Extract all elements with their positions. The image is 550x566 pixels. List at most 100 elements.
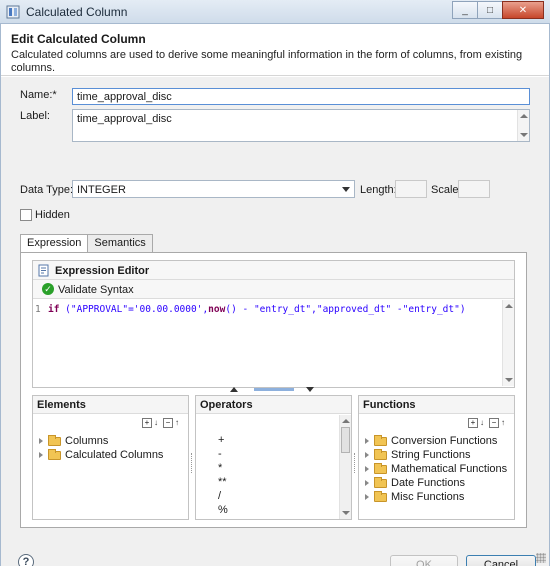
expand-arrow-icon[interactable] bbox=[365, 480, 369, 486]
label-scrollbar[interactable] bbox=[517, 110, 529, 141]
element-columns[interactable]: Columns bbox=[39, 434, 108, 448]
validate-syntax-button[interactable]: ✓ Validate Syntax bbox=[33, 280, 514, 299]
scroll-down-icon bbox=[520, 133, 528, 137]
code-keyword-if: if bbox=[48, 304, 60, 315]
length-input[interactable] bbox=[395, 180, 427, 198]
function-label: String Functions bbox=[391, 449, 471, 461]
scroll-up-icon bbox=[520, 114, 528, 118]
function-mathematical[interactable]: Mathematical Functions bbox=[365, 462, 507, 476]
operator-divide[interactable]: / bbox=[218, 490, 221, 504]
expression-tab-panel: Expression Editor ✓ Validate Syntax 1 if… bbox=[20, 252, 527, 528]
folder-icon bbox=[374, 490, 387, 502]
dialog-title: Edit Calculated Column bbox=[11, 32, 146, 46]
collapse-all-icon[interactable]: − bbox=[489, 418, 499, 428]
arrow-up-icon: ↑ bbox=[501, 418, 505, 427]
function-string[interactable]: String Functions bbox=[365, 448, 470, 462]
data-type-value: INTEGER bbox=[77, 184, 126, 196]
elements-pane: Elements + ↓ − ↑ Columns Calculated Column… bbox=[32, 395, 189, 520]
expand-arrow-icon[interactable] bbox=[365, 466, 369, 472]
cancel-button[interactable]: Cancel bbox=[466, 555, 536, 566]
window-title: Calculated Column bbox=[26, 5, 128, 19]
folder-icon bbox=[48, 434, 61, 446]
minimize-icon: _ bbox=[462, 4, 468, 16]
window-controls: _ □ ✕ bbox=[452, 1, 544, 19]
scroll-thumb[interactable] bbox=[341, 427, 350, 453]
function-label: Conversion Functions bbox=[391, 435, 498, 447]
operators-scrollbar[interactable] bbox=[339, 415, 351, 519]
arrow-down-icon: ↓ bbox=[480, 418, 484, 427]
expression-code-area[interactable]: 1 if ("APPROVAL"='00.00.0000',now() - "e… bbox=[33, 300, 514, 388]
functions-pane: Functions + ↓ − ↑ Conversion Functions Str… bbox=[358, 395, 515, 520]
code-keyword-now: now bbox=[208, 304, 226, 315]
name-label: Name:* bbox=[20, 89, 57, 101]
tab-expression[interactable]: Expression bbox=[20, 234, 89, 253]
expand-arrow-icon[interactable] bbox=[39, 438, 43, 444]
element-label: Calculated Columns bbox=[65, 449, 164, 461]
operators-pane: Operators + - * ** / % bbox=[195, 395, 352, 520]
close-button[interactable]: ✕ bbox=[502, 1, 544, 19]
expand-all-icon[interactable]: + bbox=[468, 418, 478, 428]
expression-code: if ("APPROVAL"='00.00.0000',now() - "ent… bbox=[48, 304, 466, 315]
resize-grip-icon[interactable] bbox=[536, 553, 546, 563]
hidden-checkbox[interactable] bbox=[20, 209, 32, 221]
scale-input[interactable] bbox=[458, 180, 490, 198]
collapse-up-icon[interactable] bbox=[230, 387, 238, 392]
function-misc[interactable]: Misc Functions bbox=[365, 490, 464, 504]
maximize-button[interactable]: □ bbox=[477, 1, 503, 19]
operator-modulo[interactable]: % bbox=[218, 504, 228, 518]
expand-all-icon[interactable]: + bbox=[142, 418, 152, 428]
pane-sash-right[interactable] bbox=[354, 453, 357, 473]
operators-header: Operators bbox=[196, 396, 351, 414]
length-label: Length: bbox=[360, 184, 397, 196]
name-input[interactable]: time_approval_disc bbox=[72, 88, 530, 105]
label-label: Label: bbox=[20, 110, 50, 122]
expression-editor-title: Expression Editor bbox=[55, 265, 150, 277]
folder-icon bbox=[374, 448, 387, 460]
dialog-description: Calculated columns are used to derive so… bbox=[11, 49, 523, 74]
calculated-column-icon bbox=[6, 5, 20, 19]
collapse-down-icon[interactable] bbox=[306, 387, 314, 392]
function-date[interactable]: Date Functions bbox=[365, 476, 465, 490]
data-type-select[interactable]: INTEGER bbox=[72, 180, 355, 198]
pane-sash-left[interactable] bbox=[191, 453, 194, 473]
close-icon: ✕ bbox=[518, 4, 528, 16]
label-textarea[interactable]: time_approval_disc bbox=[72, 109, 530, 142]
ok-button[interactable]: OK bbox=[390, 555, 458, 566]
dialog-header: Edit Calculated Column Calculated column… bbox=[1, 24, 549, 76]
operator-plus[interactable]: + bbox=[218, 434, 224, 448]
editor-splitter[interactable] bbox=[32, 387, 515, 393]
expand-arrow-icon[interactable] bbox=[39, 452, 43, 458]
splitter-handle[interactable] bbox=[254, 388, 294, 391]
folder-icon bbox=[48, 448, 61, 460]
operator-power[interactable]: ** bbox=[218, 476, 227, 490]
expand-arrow-icon[interactable] bbox=[365, 494, 369, 500]
validate-syntax-label: Validate Syntax bbox=[58, 284, 134, 296]
tab-semantics[interactable]: Semantics bbox=[87, 234, 153, 252]
elements-toolbar: + ↓ − ↑ bbox=[142, 418, 182, 428]
help-button[interactable]: ? bbox=[18, 554, 34, 566]
expand-arrow-icon[interactable] bbox=[365, 452, 369, 458]
minimize-button[interactable]: _ bbox=[452, 1, 478, 19]
arrow-up-icon: ↑ bbox=[175, 418, 179, 427]
maximize-icon: □ bbox=[486, 4, 494, 16]
collapse-all-icon[interactable]: − bbox=[163, 418, 173, 428]
scroll-down-icon bbox=[505, 378, 513, 382]
function-conversion[interactable]: Conversion Functions bbox=[365, 434, 497, 448]
tab-bar: Expression Semantics bbox=[20, 234, 153, 253]
folder-icon bbox=[374, 462, 387, 474]
chevron-down-icon bbox=[342, 187, 350, 192]
element-calculated-columns[interactable]: Calculated Columns bbox=[39, 448, 163, 462]
functions-header: Functions bbox=[359, 396, 514, 414]
function-label: Misc Functions bbox=[391, 491, 465, 503]
operator-multiply[interactable]: * bbox=[218, 462, 222, 476]
scroll-up-icon bbox=[505, 304, 513, 308]
operator-minus[interactable]: - bbox=[218, 448, 222, 462]
code-scrollbar[interactable] bbox=[502, 300, 514, 386]
expression-editor-icon bbox=[38, 264, 49, 277]
window-titlebar: Calculated Column _ □ ✕ bbox=[0, 0, 550, 24]
check-icon: ✓ bbox=[42, 283, 54, 295]
dialog-frame: Edit Calculated Column Calculated column… bbox=[0, 24, 550, 566]
arrow-down-icon: ↓ bbox=[154, 418, 158, 427]
expand-arrow-icon[interactable] bbox=[365, 438, 369, 444]
label-text: time_approval_disc bbox=[77, 113, 172, 125]
